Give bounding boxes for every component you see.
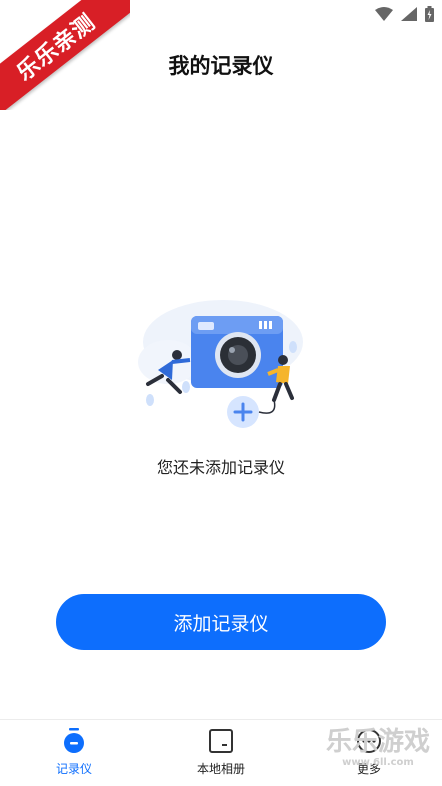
tab-recorder[interactable]: 记录仪 — [19, 728, 129, 777]
camera-with-people-illustration — [138, 300, 303, 428]
recorder-icon — [64, 728, 84, 753]
watermark: 乐乐游戏 www.6ll.com — [318, 727, 438, 779]
tab-recorder-label: 记录仪 — [55, 762, 92, 776]
album-icon — [209, 729, 233, 753]
watermark-title: 乐乐游戏 — [325, 727, 430, 757]
watermark-url: www.6ll.com — [342, 757, 414, 768]
signal-icon — [401, 7, 417, 21]
empty-state-message: 您还未添加记录仪 — [156, 458, 285, 477]
tab-local-album[interactable]: 本地相册 — [166, 728, 276, 777]
wifi-icon — [375, 7, 393, 21]
battery-icon — [425, 6, 434, 22]
add-recorder-button[interactable]: 添加记录仪 — [56, 594, 386, 650]
tab-local-album-label: 本地相册 — [196, 762, 245, 776]
page-title: 我的记录仪 — [168, 54, 274, 78]
